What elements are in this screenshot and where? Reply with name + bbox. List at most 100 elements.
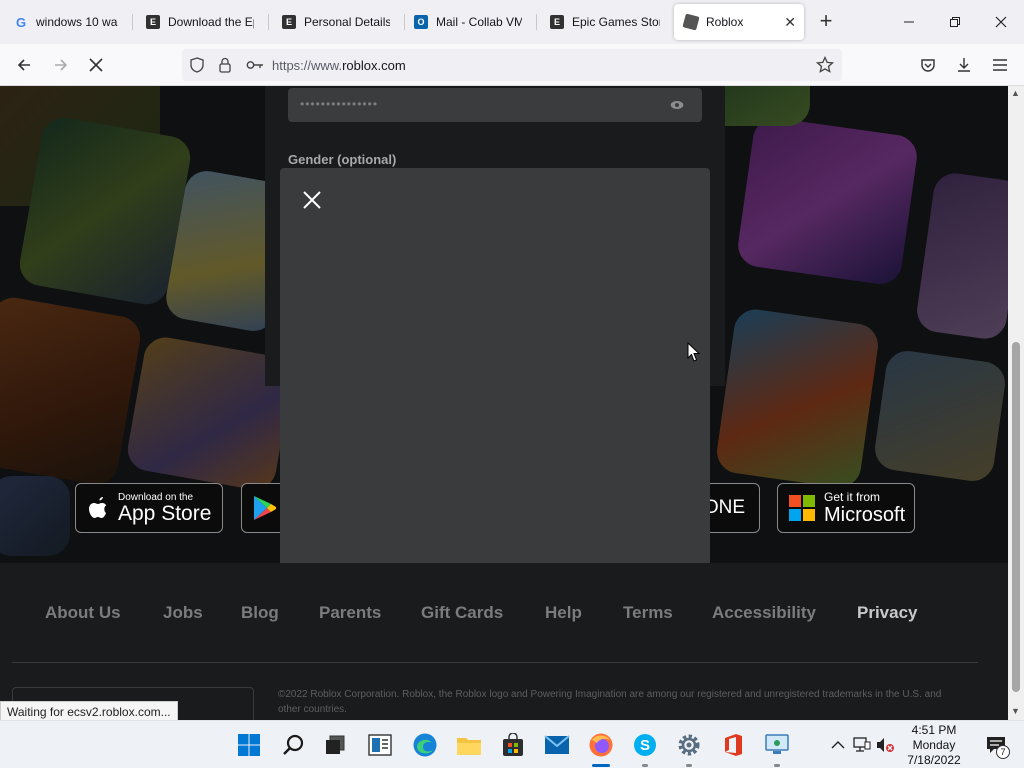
widgets-button[interactable] xyxy=(364,729,396,761)
footer-link-blog[interactable]: Blog xyxy=(241,603,279,623)
url-scheme: https://www. xyxy=(272,58,343,73)
microsoft-logo-icon xyxy=(789,495,815,521)
browser-tab-bar: G windows 10 wallp E Download the Ep E P… xyxy=(0,0,1024,44)
footer-link-about-us[interactable]: About Us xyxy=(45,603,121,623)
svg-text:S: S xyxy=(640,737,650,754)
stop-icon xyxy=(89,58,103,72)
show-password-eye-icon[interactable] xyxy=(670,100,684,110)
key-icon[interactable] xyxy=(246,58,264,72)
settings-button[interactable] xyxy=(673,729,705,761)
forward-button[interactable] xyxy=(49,53,73,77)
skype-button[interactable]: S xyxy=(629,729,661,761)
url-text[interactable]: https://www.roblox.com xyxy=(272,58,406,73)
firefox-button[interactable] xyxy=(585,729,617,761)
tab-separator xyxy=(536,14,537,30)
mail-button[interactable] xyxy=(541,729,573,761)
office-icon xyxy=(725,734,742,756)
lock-icon[interactable] xyxy=(219,57,231,73)
menu-button[interactable] xyxy=(988,53,1012,77)
skype-icon: S xyxy=(634,734,656,756)
footer-link-gift-cards[interactable]: Gift Cards xyxy=(421,603,503,623)
close-modal-icon[interactable] xyxy=(302,190,322,210)
tab-roblox[interactable]: Roblox ✕ xyxy=(674,4,804,40)
scroll-up-icon[interactable]: ▲ xyxy=(1011,88,1020,98)
address-bar[interactable]: https://www.roblox.com xyxy=(182,49,842,81)
app-store-badge[interactable]: Download on the App Store xyxy=(75,483,223,533)
tab-epic-games-store[interactable]: E Epic Games Store xyxy=(540,4,670,40)
volume-muted-icon xyxy=(877,738,894,752)
google-play-icon xyxy=(254,496,276,520)
close-icon xyxy=(995,16,1007,28)
office-button[interactable] xyxy=(717,729,749,761)
mail-icon xyxy=(544,735,570,754)
task-view-icon xyxy=(326,735,345,754)
pocket-button[interactable] xyxy=(916,53,940,77)
loading-status-text: Waiting for ecsv2.roblox.com... xyxy=(0,701,178,721)
edge-icon xyxy=(413,733,437,757)
new-tab-button[interactable]: + xyxy=(814,10,838,34)
scroll-down-icon[interactable]: ▼ xyxy=(1011,706,1020,716)
forward-arrow-icon xyxy=(55,59,68,71)
volume-button[interactable] xyxy=(875,735,895,755)
back-button[interactable] xyxy=(12,53,36,77)
footer-divider xyxy=(12,662,978,663)
modal-dialog xyxy=(280,168,710,574)
page-scrollbar[interactable]: ▲ ▼ xyxy=(1008,86,1024,720)
edge-button[interactable] xyxy=(409,729,441,761)
tab-download-epic[interactable]: E Download the Ep xyxy=(136,4,264,40)
gender-label: Gender (optional) xyxy=(288,152,397,167)
show-hidden-icons-button[interactable] xyxy=(828,735,848,755)
password-field[interactable]: ••••••••••••••• xyxy=(288,88,702,122)
microsoft-store-badge[interactable]: Get it from Microsoft xyxy=(777,483,915,533)
app-store-caption: Download on the xyxy=(118,491,194,503)
network-icon xyxy=(853,737,871,752)
tab-mail-collab[interactable]: O Mail - Collab VM xyxy=(404,4,532,40)
google-icon: G xyxy=(15,14,27,30)
close-tab-icon[interactable]: ✕ xyxy=(784,14,796,31)
roblox-icon xyxy=(682,13,700,31)
taskbar-clock[interactable]: 4:51 PM Monday 7/18/2022 xyxy=(900,723,968,768)
bookmark-star-icon[interactable] xyxy=(816,56,834,74)
restore-button[interactable] xyxy=(943,10,967,34)
remote-desktop-button[interactable] xyxy=(761,729,793,761)
skype-running-indicator xyxy=(642,764,648,767)
footer-link-privacy[interactable]: Privacy xyxy=(857,603,918,623)
microsoft-store-button[interactable] xyxy=(497,729,529,761)
minimize-button[interactable] xyxy=(897,10,921,34)
widgets-icon xyxy=(368,734,392,756)
minimize-icon xyxy=(904,21,914,23)
apple-icon xyxy=(89,497,107,518)
hamburger-menu-icon xyxy=(993,59,1007,71)
store-icon xyxy=(503,733,523,756)
mouse-cursor-icon xyxy=(687,342,701,362)
footer-link-help[interactable]: Help xyxy=(545,603,582,623)
downloads-button[interactable] xyxy=(952,53,976,77)
footer-link-terms[interactable]: Terms xyxy=(623,603,673,623)
task-view-button[interactable] xyxy=(319,729,351,761)
network-status-button[interactable] xyxy=(852,735,872,755)
browser-nav-bar: https://www.roblox.com xyxy=(0,44,1024,86)
stop-loading-button[interactable] xyxy=(84,53,108,77)
taskbar-search-button[interactable] xyxy=(277,729,309,761)
start-button[interactable] xyxy=(233,729,265,761)
notification-center-button[interactable]: 7 xyxy=(982,735,1010,759)
footer-link-jobs[interactable]: Jobs xyxy=(163,603,203,623)
roblox-page: ••••••••••••••• Gender (optional) Downlo… xyxy=(0,86,1008,720)
scrollbar-thumb[interactable] xyxy=(1012,342,1020,692)
tab-personal-details[interactable]: E Personal Details xyxy=(272,4,400,40)
footer-link-accessibility[interactable]: Accessibility xyxy=(712,603,816,623)
password-mask: ••••••••••••••• xyxy=(300,97,379,111)
close-window-button[interactable] xyxy=(989,10,1013,34)
footer-link-parents[interactable]: Parents xyxy=(319,603,381,623)
notification-count-badge: 7 xyxy=(996,745,1010,759)
file-explorer-button[interactable] xyxy=(453,729,485,761)
chevron-up-icon xyxy=(831,741,845,749)
url-host: roblox.com xyxy=(342,58,406,73)
app-store-title: App Store xyxy=(118,501,212,525)
shield-icon[interactable] xyxy=(190,57,204,73)
search-icon xyxy=(283,734,304,755)
clock-time: 4:51 PM xyxy=(911,723,957,737)
microsoft-badge-caption: Get it from xyxy=(824,489,881,504)
epic-games-icon: E xyxy=(282,15,296,29)
tab-windows-wallpaper[interactable]: G windows 10 wallp xyxy=(4,4,128,40)
